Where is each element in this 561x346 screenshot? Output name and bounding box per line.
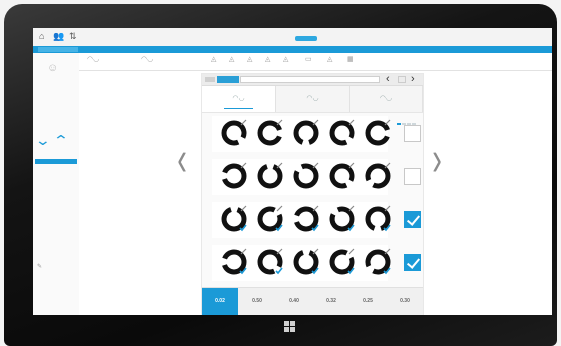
- landolt-ring: [256, 205, 284, 233]
- landolt-ring: [256, 162, 284, 190]
- ribbon-item-3[interactable]: ◬: [211, 55, 216, 64]
- landolt-ring: [256, 248, 284, 276]
- title-bar: [33, 46, 552, 53]
- acuity-value-bar: 0.02 0.50 0.40 0.32 0.25 0.30: [202, 287, 423, 315]
- landolt-ring: [364, 162, 392, 190]
- ribbon-item-4[interactable]: ◬: [229, 55, 234, 64]
- acuity-value[interactable]: 0.40: [276, 288, 312, 315]
- ribbon-item-6[interactable]: ◬: [265, 55, 270, 64]
- top-toolbar: ⌂ 👥 ⇅: [33, 28, 552, 46]
- panel-toolbar: ‹ ›: [202, 74, 423, 86]
- landolt-ring: [328, 162, 356, 190]
- panel-prev-icon[interactable]: ‹: [386, 74, 390, 85]
- landolt-ring: [220, 248, 248, 276]
- landolt-ring: [364, 248, 392, 276]
- panel-tab-3[interactable]: ◠◡: [350, 86, 423, 112]
- landolt-ring: [292, 248, 320, 276]
- optotype-row: [212, 116, 421, 152]
- eye-icon: ◠◡: [379, 95, 393, 102]
- acuity-value[interactable]: 0.25: [350, 288, 386, 315]
- title-tab[interactable]: [38, 47, 78, 52]
- landolt-ring: [328, 119, 356, 147]
- landolt-ring: [220, 162, 248, 190]
- tab-underline: [223, 108, 254, 109]
- row-checkbox[interactable]: [404, 168, 421, 185]
- chevron-up-icon[interactable]: ⌄: [53, 132, 69, 148]
- row-checkbox[interactable]: [404, 211, 421, 228]
- panel-tab-2[interactable]: ◠◡: [276, 86, 350, 112]
- landolt-ring: [256, 119, 284, 147]
- landolt-ring: [364, 119, 392, 147]
- edit-icon[interactable]: ✎: [37, 264, 42, 270]
- ribbon-item-7[interactable]: ◬: [283, 55, 288, 64]
- ribbon-item-10[interactable]: ▦: [347, 55, 354, 64]
- sidebar-item-selected[interactable]: [35, 159, 77, 164]
- panel-page-box[interactable]: [398, 76, 406, 83]
- sidebar: ☺ ⌄ ⌄ ✎: [33, 53, 80, 315]
- landolt-ring: [220, 205, 248, 233]
- ribbon-item-2[interactable]: ◠◡: [141, 55, 153, 64]
- row-checkbox[interactable]: [404, 125, 421, 142]
- windows-logo-icon[interactable]: [284, 321, 295, 332]
- ribbon-toolbar: ◠◡ ◠◡ ◬ ◬ ◬ ◬ ◬ ▭ ◬ ▦: [79, 53, 552, 71]
- ribbon-item-1[interactable]: ◠◡: [87, 55, 99, 64]
- acuity-panel: ‹ › ◠◡ ◠◡ ◠◡ 0.02 0.50 0.40 0.32 0.25 0.…: [201, 73, 424, 315]
- chevron-down-icon[interactable]: ⌄: [35, 133, 51, 147]
- landolt-ring: [292, 119, 320, 147]
- previous-arrow-icon[interactable]: ‹: [177, 136, 187, 184]
- panel-back-button[interactable]: [205, 77, 215, 82]
- panel-next-icon[interactable]: ›: [411, 74, 415, 85]
- transfer-icon[interactable]: ⇅: [69, 31, 77, 41]
- optotype-row: [212, 245, 421, 281]
- progress-dots: [397, 112, 419, 125]
- acuity-value[interactable]: 0.50: [239, 288, 275, 315]
- landolt-ring: [220, 119, 248, 147]
- optotype-row: [212, 202, 421, 238]
- landolt-ring: [292, 205, 320, 233]
- panel-tabs: ◠◡ ◠◡ ◠◡: [202, 86, 423, 113]
- landolt-ring: [328, 248, 356, 276]
- eye-icon: ◠◡: [306, 95, 319, 102]
- eye-icon: ◠◡: [232, 95, 245, 102]
- ribbon-item-8[interactable]: ▭: [305, 55, 312, 64]
- ribbon-item-5[interactable]: ◬: [247, 55, 252, 64]
- tablet-device: ⌂ 👥 ⇅ ☺ ⌄ ⌄ ✎ ◠◡ ◠◡ ◬ ◬ ◬ ◬ ◬ ▭ ◬ ▦ ‹ › …: [0, 0, 561, 346]
- optotype-row: [212, 159, 421, 195]
- ribbon-item-9[interactable]: ◬: [327, 55, 332, 64]
- row-checkbox[interactable]: [404, 254, 421, 271]
- acuity-value[interactable]: 0.32: [313, 288, 349, 315]
- people-icon[interactable]: 👥: [53, 31, 64, 41]
- panel-blue-button[interactable]: [217, 76, 239, 83]
- panel-select[interactable]: [240, 76, 380, 83]
- drag-handle[interactable]: [295, 36, 317, 41]
- landolt-ring: [328, 205, 356, 233]
- landolt-ring: [292, 162, 320, 190]
- landolt-ring: [364, 205, 392, 233]
- panel-tab-1[interactable]: ◠◡: [202, 86, 276, 112]
- acuity-value[interactable]: 0.30: [387, 288, 423, 315]
- next-arrow-icon[interactable]: ›: [432, 136, 442, 184]
- home-icon[interactable]: ⌂: [39, 31, 44, 41]
- acuity-value[interactable]: 0.02: [202, 288, 238, 315]
- avatar-icon: ☺: [47, 62, 59, 74]
